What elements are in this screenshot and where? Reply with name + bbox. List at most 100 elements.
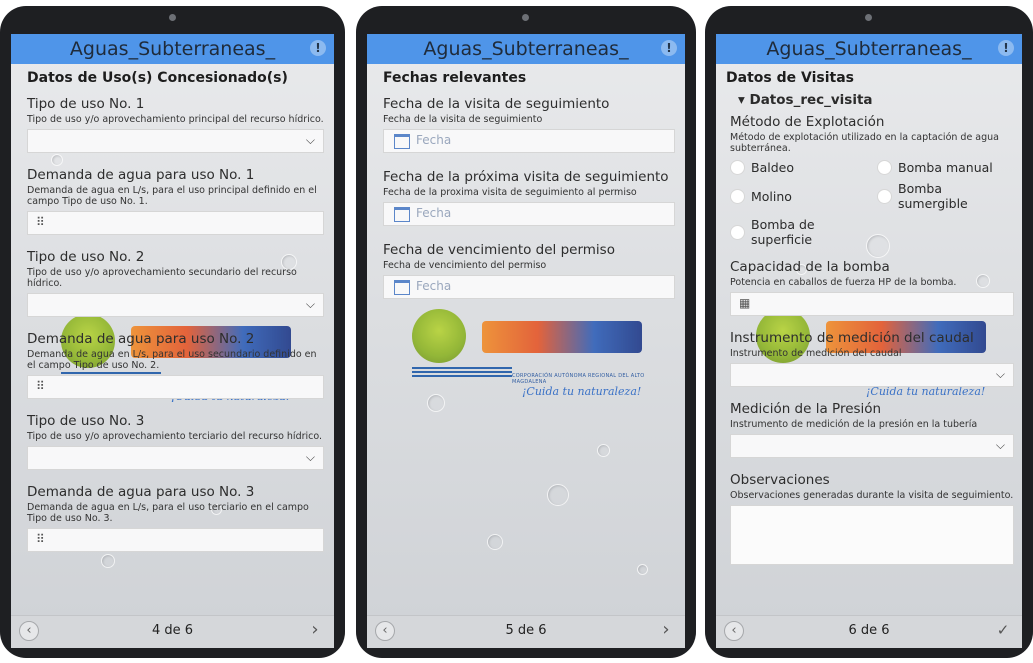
field-hint: Tipo de uso y/o aprovechamiento terciari… [27,431,323,442]
field-label: Observaciones [730,472,830,488]
page-indicator: 4 de 6 [151,623,194,638]
radio-label: Bomba manual [898,160,993,175]
fecha-proxima-input[interactable]: Fecha [383,202,675,226]
date-placeholder: Fecha [416,133,452,147]
calendar-icon [394,134,410,149]
field-label: Demanda de agua para uso No. 3 [27,484,255,500]
field-hint: Observaciones generadas durante la visit… [730,490,1014,501]
field-hint: Tipo de uso y/o aprovechamiento secundar… [27,267,297,289]
app-title-bar: Aguas_Subterraneas_ ! [716,34,1022,64]
form-content: Fechas relevantes Fecha de la visita de … [367,66,685,612]
demanda3-input[interactable]: ⠿ [27,528,324,552]
field-hint: Demanda de agua en L/s, para el uso terc… [27,502,309,524]
uso2-select[interactable]: ⌵ [27,293,324,317]
app-title: Aguas_Subterraneas_ [423,38,629,60]
chevron-down-icon: ⌵ [995,438,1005,452]
field-hint: Tipo de uso y/o aprovechamiento principa… [27,114,324,125]
field-hint: Demanda de agua en L/s, para el uso prin… [27,185,317,207]
app-title: Aguas_Subterraneas_ [766,38,972,60]
radio-option-bomba-manual[interactable]: Bomba manual [877,160,1014,175]
field-hint: Fecha de la visita de seguimiento [383,114,543,125]
camera-icon [522,14,529,21]
field-label: Medición de la Presión [730,401,882,417]
bottom-nav-bar: ‹ 4 de 6 › [11,615,334,648]
radio-option-bomba-sumergible[interactable]: Bomba sumergible [877,181,1014,211]
section-title: Datos de Visitas [726,70,854,86]
next-page-button[interactable]: › [657,621,675,639]
info-icon[interactable]: ! [310,40,326,56]
calendar-icon [394,280,410,295]
collapse-triangle-icon: ▾ [738,92,750,108]
chevron-down-icon: ⌵ [305,450,315,464]
radio-label: Molino [751,188,792,204]
screen-page-6: Aguas_Subterraneas_ ! CORPORACIÓN AUTÓNO… [716,34,1022,648]
field-label: Demanda de agua para uso No. 2 [27,331,255,347]
radio-button[interactable] [730,188,745,204]
fecha-visita-input[interactable]: Fecha [383,129,675,153]
app-title-bar: Aguas_Subterraneas_ ! [11,34,334,64]
field-label: Tipo de uso No. 1 [27,96,145,112]
group-header[interactable]: ▾ Datos_rec_visita [738,92,1014,108]
demanda1-input[interactable]: ⠿ [27,211,324,235]
capacidad-bomba-input[interactable]: ▦ [730,292,1014,316]
fecha-vencimiento-input[interactable]: Fecha [383,275,675,299]
date-placeholder: Fecha [416,206,452,220]
next-page-button[interactable]: › [306,621,324,639]
section-title: Datos de Uso(s) Concesionado(s) [27,70,288,86]
field-label: Capacidad de la bomba [730,259,890,275]
keypad-icon: ⠿ [36,379,45,393]
field-label: Tipo de uso No. 3 [27,413,145,429]
page-indicator: 5 de 6 [505,623,547,638]
camera-icon [865,14,872,21]
bottom-nav-bar: ‹ 5 de 6 › [367,615,685,648]
screen-page-5: Aguas_Subterraneas_ ! CORPORACIÓN AUTÓNO… [367,34,685,648]
keypad-icon: ⠿ [36,215,45,229]
field-hint: Potencia en caballos de fuerza HP de la … [730,277,957,288]
uso3-select[interactable]: ⌵ [27,446,324,470]
submit-check-button[interactable]: ✓ [994,621,1012,639]
field-label: Fecha de vencimiento del permiso [383,242,615,258]
keypad-icon: ⠿ [36,532,45,546]
field-label: Instrumento de medición del caudal [730,330,974,346]
radio-button[interactable] [877,188,892,204]
observaciones-textarea[interactable] [730,505,1014,565]
radio-label: Bomba de superficie [751,217,815,247]
bottom-nav-bar: ‹ 6 de 6 ✓ [716,615,1022,648]
app-title: Aguas_Subterraneas_ [69,38,276,60]
uso1-select[interactable]: ⌵ [27,129,324,153]
radio-option-bomba-superficie[interactable]: Bomba de superficie [730,217,867,247]
field-hint: Instrumento de medición de la presión en… [730,419,978,430]
radio-button[interactable] [730,224,745,240]
radio-option-molino[interactable]: Molino [730,181,867,211]
field-label: Tipo de uso No. 2 [27,249,145,265]
form-content: Datos de Uso(s) Concesionado(s) Tipo de … [11,66,334,612]
camera-icon [168,14,176,21]
metodo-radio-group: Baldeo Bomba manual Molino Bomba sumergi… [730,160,1014,247]
radio-button[interactable] [730,160,745,175]
phone-frame-3: Aguas_Subterraneas_ ! CORPORACIÓN AUTÓNO… [705,6,1033,658]
instrumento-caudal-select[interactable]: ⌵ [730,363,1014,387]
field-label: Fecha de la próxima visita de seguimient… [383,169,669,185]
chevron-down-icon: ⌵ [305,297,315,311]
group-title: Datos_rec_visita [749,92,873,108]
info-icon[interactable]: ! [661,40,677,56]
radio-option-baldeo[interactable]: Baldeo [730,160,867,175]
field-hint: Demanda de agua en L/s, para el uso secu… [27,349,317,371]
field-hint: Fecha de vencimiento del permiso [383,260,547,271]
radio-button[interactable] [877,160,892,175]
phone-frame-1: Aguas_Subterraneas_ ! CORPORACIÓN AUTÓNO… [0,6,345,658]
info-icon[interactable]: ! [998,40,1014,56]
calculator-icon: ▦ [739,296,751,310]
field-label: Método de Explotación [730,114,885,130]
date-placeholder: Fecha [416,279,452,293]
demanda2-input[interactable]: ⠿ [27,375,324,399]
field-hint: Instrumento de medición del caudal [730,348,902,359]
phone-frame-2: Aguas_Subterraneas_ ! CORPORACIÓN AUTÓNO… [356,6,696,658]
calendar-icon [394,207,410,222]
medicion-presion-select[interactable]: ⌵ [730,434,1014,458]
radio-label: Baldeo [751,160,794,175]
field-label: Demanda de agua para uso No. 1 [27,167,255,183]
section-title: Fechas relevantes [383,70,527,86]
chevron-down-icon: ⌵ [995,367,1005,381]
field-hint: Fecha de la proxima visita de seguimient… [383,187,637,198]
